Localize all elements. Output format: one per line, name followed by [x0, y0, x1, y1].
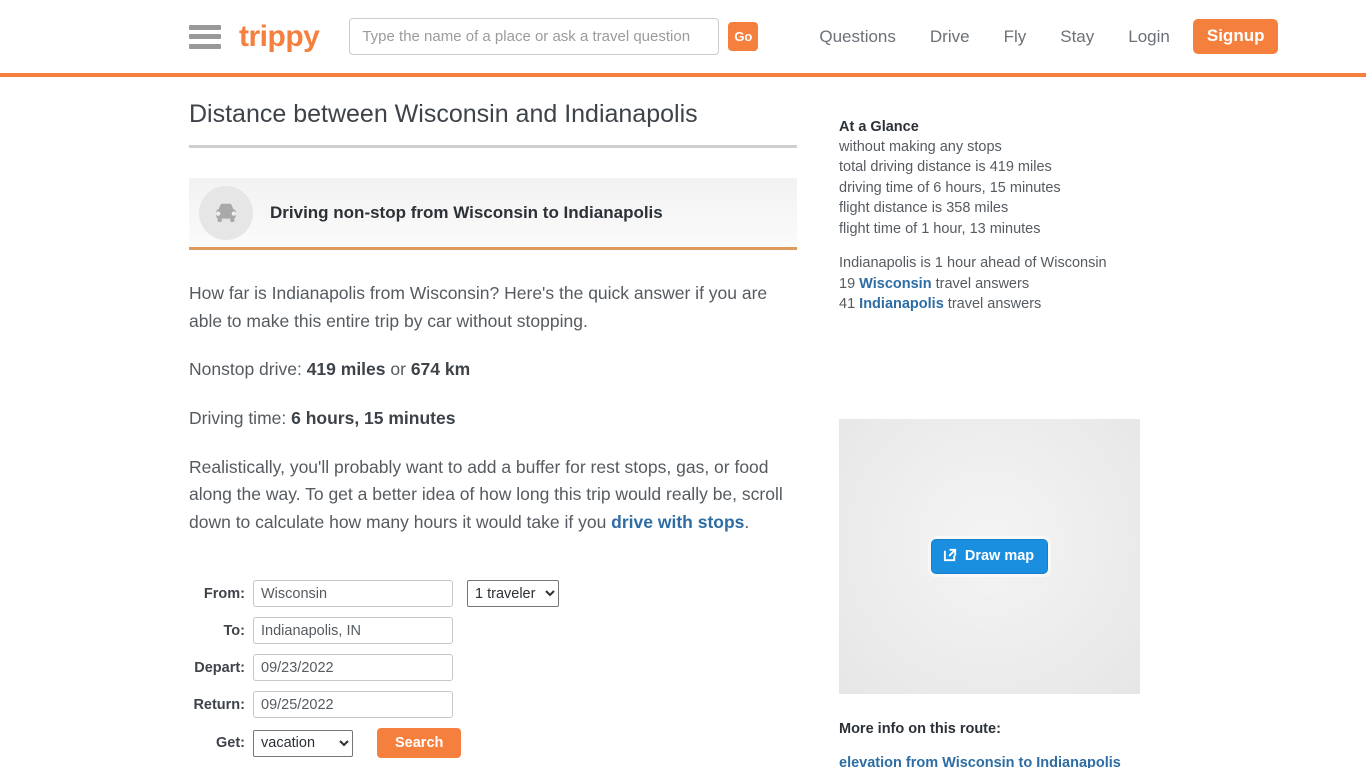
form-row-return: Return:	[189, 691, 797, 719]
page-title: Distance between Wisconsin and Indianapo…	[189, 100, 698, 128]
title-divider	[189, 145, 797, 148]
map-placeholder[interactable]: Draw map	[839, 418, 1140, 694]
wisconsin-answers-count: 19	[839, 275, 860, 292]
indianapolis-answers-suffix: travel answers	[943, 296, 1042, 313]
glance-line: total driving distance is 419 miles	[839, 159, 1052, 176]
intro-paragraph: How far is Indianapolis from Wisconsin? …	[189, 283, 768, 331]
wisconsin-answers-suffix: travel answers	[931, 275, 1030, 292]
form-row-get: Get: vacation Search	[189, 728, 797, 759]
nav-item-questions[interactable]: Questions	[802, 27, 913, 47]
nonstop-miles: 419 miles	[306, 359, 386, 380]
primary-nav: Questions Drive Fly Stay Login Signup	[802, 19, 1279, 54]
nonstop-label: Nonstop drive:	[189, 359, 307, 380]
trippy-logo[interactable]: trippy	[239, 21, 320, 52]
timezone-line: Indianapolis is 1 hour ahead of Wisconsi…	[839, 255, 1107, 272]
to-input[interactable]	[253, 617, 453, 645]
trip-search-form: From: 1 traveler To: Depart: Return: Get…	[189, 580, 797, 759]
form-row-to: To:	[189, 617, 797, 645]
nav-item-stay[interactable]: Stay	[1043, 27, 1111, 47]
hamburger-bar	[189, 34, 221, 39]
go-button[interactable]: Go	[728, 22, 759, 51]
elevation-route-link[interactable]: elevation from Wisconsin to Indianapolis	[839, 755, 1149, 768]
form-row-from: From: 1 traveler	[189, 580, 797, 608]
sidebar: At a Glance without making any stops tot…	[839, 119, 1149, 768]
main-content: Distance between Wisconsin and Indianapo…	[189, 99, 797, 768]
glance-line: driving time of 6 hours, 15 minutes	[839, 179, 1061, 196]
nav-item-login[interactable]: Login	[1111, 27, 1187, 47]
drive-with-stops-link[interactable]: drive with stops	[611, 512, 744, 532]
return-label: Return:	[193, 696, 245, 713]
nonstop-or: or	[385, 359, 411, 380]
nav-item-fly[interactable]: Fly	[987, 27, 1044, 47]
from-input[interactable]	[253, 580, 453, 608]
indianapolis-answers-count: 41	[839, 296, 860, 313]
search-button[interactable]: Search	[377, 728, 462, 759]
to-label: To:	[223, 622, 245, 639]
search-input[interactable]	[349, 18, 720, 55]
hamburger-bar	[189, 43, 221, 49]
depart-label: Depart:	[194, 659, 245, 676]
form-row-depart: Depart:	[189, 654, 797, 682]
driving-time-line: Driving time: 6 hours, 15 minutes	[189, 405, 797, 433]
draw-map-label: Draw map	[964, 548, 1035, 564]
wisconsin-answers-link[interactable]: Wisconsin	[859, 276, 931, 292]
draw-map-button[interactable]: Draw map	[930, 538, 1049, 574]
glance-line: flight time of 1 hour, 13 minutes	[839, 220, 1041, 237]
signup-button[interactable]: Signup	[1192, 19, 1279, 54]
nav-item-drive[interactable]: Drive	[913, 27, 987, 47]
driving-time-value: 6 hours, 15 minutes	[291, 407, 456, 428]
driving-time-label: Driving time:	[189, 407, 292, 428]
travelers-select[interactable]: 1 traveler	[467, 580, 559, 608]
header-accent-rule	[0, 73, 1366, 77]
get-label: Get:	[216, 735, 245, 752]
nonstop-drive-line: Nonstop drive: 419 miles or 674 km	[189, 356, 797, 384]
return-date-input[interactable]	[253, 691, 453, 719]
indianapolis-answers-link[interactable]: Indianapolis	[859, 296, 944, 312]
banner-title: Driving non-stop from Wisconsin to India…	[270, 202, 663, 222]
buffer-text-end: .	[744, 511, 750, 532]
glance-line: flight distance is 358 miles	[839, 200, 1009, 217]
indianapolis-answers-line: 41 Indianapolis travel answers	[839, 294, 1149, 314]
site-header: trippy Go Questions Drive Fly Stay Login…	[0, 0, 1366, 73]
nonstop-km: 674 km	[410, 359, 471, 380]
hamburger-menu-icon[interactable]	[189, 24, 221, 49]
driving-banner: Driving non-stop from Wisconsin to India…	[189, 178, 797, 250]
car-icon	[199, 185, 253, 240]
at-a-glance-title: At a Glance	[839, 119, 919, 135]
depart-date-input[interactable]	[253, 654, 453, 682]
external-link-icon	[943, 547, 958, 566]
more-info-label: More info on this route:	[839, 720, 1001, 737]
at-a-glance-list: without making any stops total driving d…	[839, 137, 1149, 239]
buffer-paragraph: Realistically, you'll probably want to a…	[189, 454, 797, 537]
get-type-select[interactable]: vacation	[253, 729, 353, 757]
wisconsin-answers-line: 19 Wisconsin travel answers	[839, 274, 1149, 294]
glance-line: without making any stops	[839, 139, 1002, 155]
hamburger-bar	[189, 24, 221, 30]
from-label: From:	[203, 585, 245, 602]
